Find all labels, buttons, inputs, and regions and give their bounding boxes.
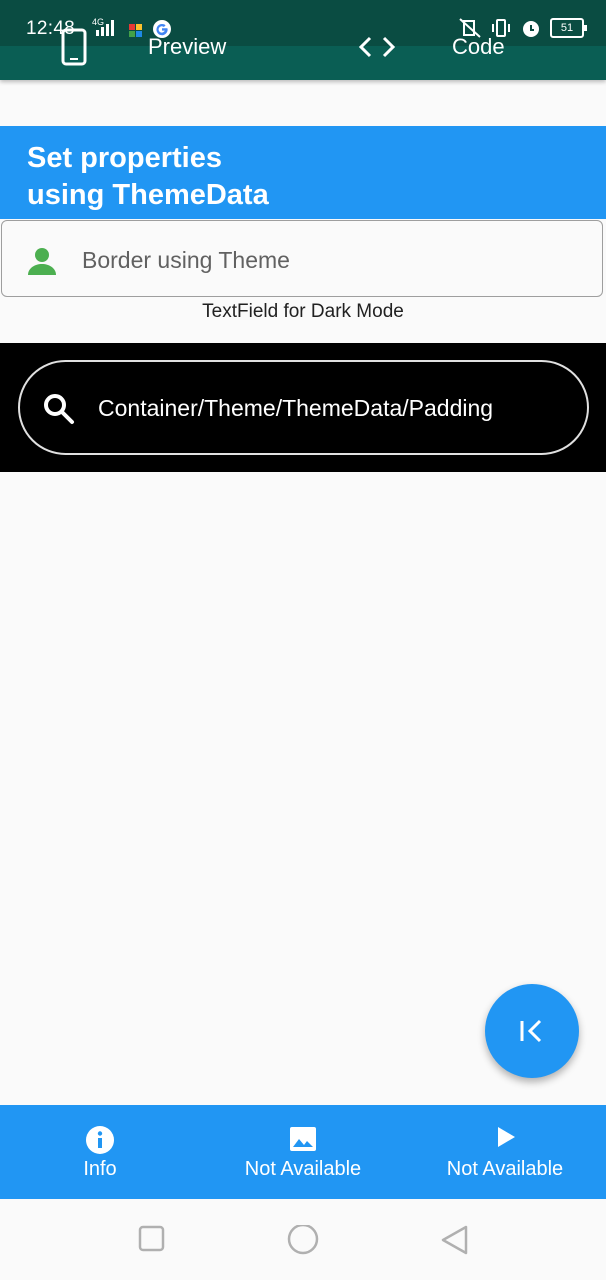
preview-tab[interactable]: Preview <box>148 34 226 60</box>
code-icon[interactable] <box>358 34 396 65</box>
back-icon[interactable] <box>440 1225 470 1260</box>
app-bar: 12:48 4G 51 Preview Code <box>0 0 606 80</box>
phone-icon[interactable] <box>60 28 88 71</box>
collapse-fab-button[interactable] <box>485 984 579 1078</box>
battery-icon: 51 <box>550 18 587 38</box>
bottom-navigation: Info Not Available Not Available <box>0 1105 606 1199</box>
nav-label-play: Not Available <box>446 1158 564 1180</box>
alarm-icon <box>523 21 539 37</box>
nav-label-image: Not Available <box>244 1158 362 1180</box>
person-icon <box>26 245 58 282</box>
recent-apps-icon[interactable] <box>138 1225 166 1258</box>
border-theme-text-field[interactable]: Border using Theme <box>1 220 603 297</box>
page: 12:48 4G 51 Preview Code Set properties … <box>0 0 606 1280</box>
section-header: Set properties using ThemeData <box>0 126 606 219</box>
info-icon <box>85 1125 115 1160</box>
dark-mode-caption: TextField for Dark Mode <box>202 301 404 322</box>
signal-icon: 4G <box>92 16 120 43</box>
dark-mode-text-field[interactable]: Container/Theme/ThemeData/Padding <box>18 360 589 455</box>
nav-label-info: Info <box>83 1158 117 1180</box>
system-navigation-bar <box>0 1199 606 1280</box>
nav-item-play[interactable]: Not Available <box>430 1105 580 1199</box>
first-page-icon <box>520 1019 542 1043</box>
dark-mode-field-text: Container/Theme/ThemeData/Padding <box>98 395 494 421</box>
page-title: Set properties using ThemeData <box>27 142 269 211</box>
play-icon <box>495 1125 517 1154</box>
search-icon <box>42 392 76 431</box>
border-theme-field-text: Border using Theme <box>82 247 290 273</box>
puzzle-icon <box>128 20 144 43</box>
code-tab[interactable]: Code <box>452 34 505 60</box>
image-icon <box>289 1125 317 1158</box>
home-icon[interactable] <box>286 1223 320 1264</box>
dark-mode-container: Container/Theme/ThemeData/Padding <box>0 343 606 472</box>
svg-text:4G: 4G <box>92 17 104 27</box>
nav-item-info[interactable]: Info <box>50 1105 150 1199</box>
nav-item-image[interactable]: Not Available <box>228 1105 378 1199</box>
